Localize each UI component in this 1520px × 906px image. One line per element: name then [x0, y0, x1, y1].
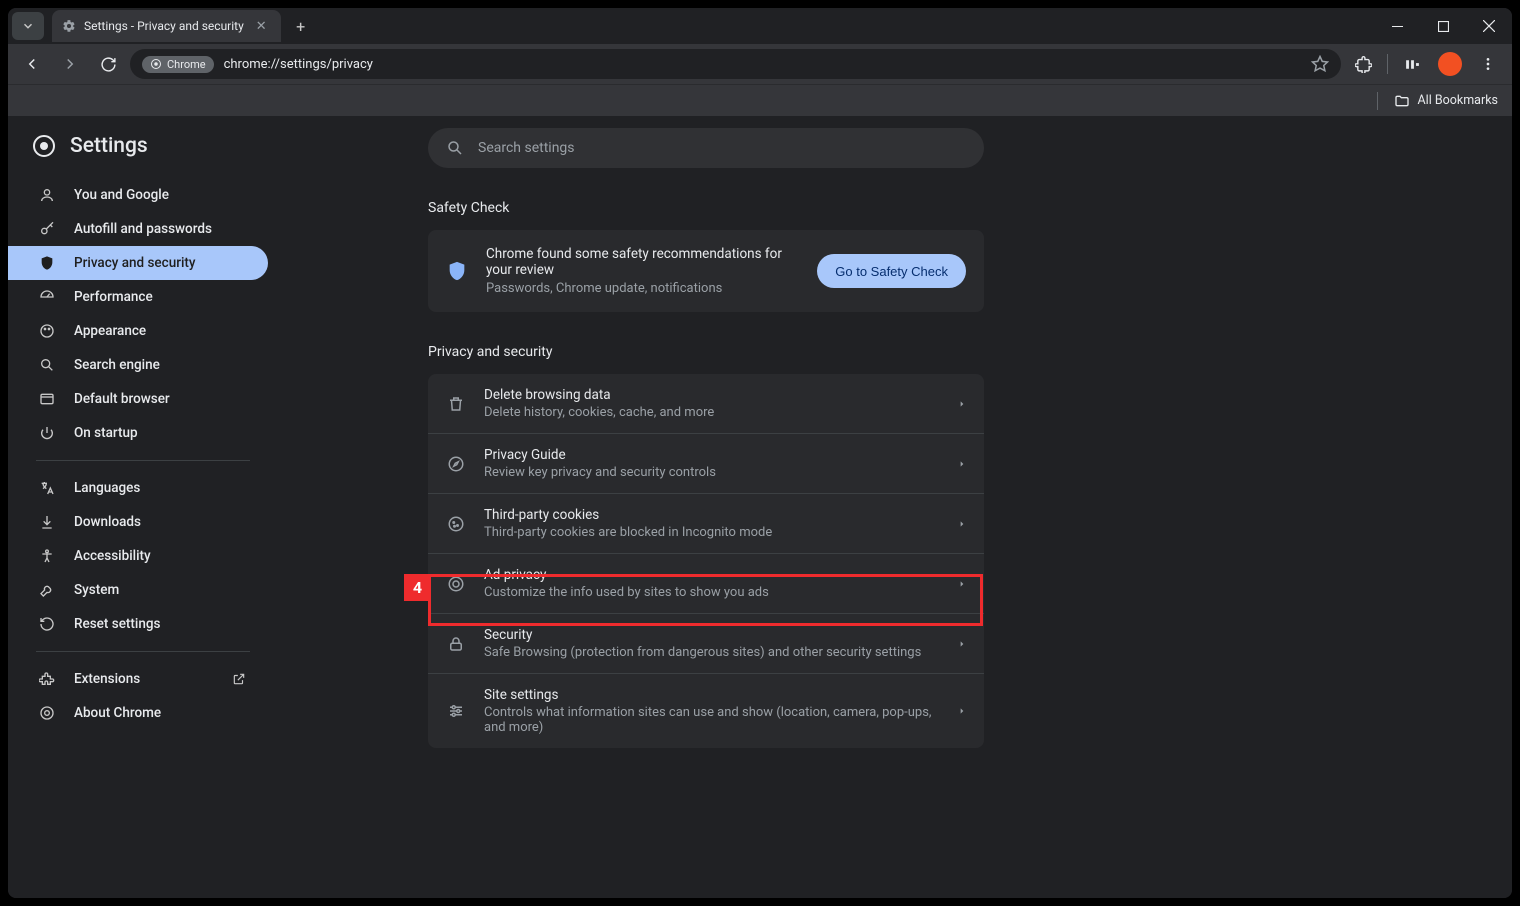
chrome-chip: Chrome — [142, 56, 214, 73]
cookie-icon — [446, 515, 466, 533]
menu-button[interactable] — [1472, 48, 1504, 80]
extension-icon — [38, 671, 56, 687]
sidebar-item-accessibility[interactable]: Accessibility — [8, 539, 268, 573]
privacy-heading: Privacy and security — [428, 344, 1108, 360]
search-settings-input[interactable]: Search settings — [428, 128, 984, 168]
settings-header: Settings — [8, 130, 268, 178]
chevron-right-icon — [958, 578, 966, 590]
sidebar-item-you-and-google[interactable]: You and Google — [8, 178, 268, 212]
browser-icon — [38, 391, 56, 407]
sidebar-item-default-browser[interactable]: Default browser — [8, 382, 268, 416]
sidebar-item-on-startup[interactable]: On startup — [8, 416, 268, 450]
separator — [1377, 92, 1378, 110]
sidebar-item-about[interactable]: About Chrome — [8, 696, 268, 730]
title-bar: Settings - Privacy and security ✕ + — [8, 8, 1512, 44]
media-controls-button[interactable] — [1396, 48, 1428, 80]
safety-check-title: Chrome found some safety recommendations… — [486, 246, 799, 278]
safety-check-subtitle: Passwords, Chrome update, notifications — [486, 281, 799, 296]
settings-title: Settings — [70, 134, 148, 158]
sidebar-item-appearance[interactable]: Appearance — [8, 314, 268, 348]
safety-check-heading: Safety Check — [428, 200, 1108, 216]
all-bookmarks-button[interactable]: All Bookmarks — [1394, 93, 1499, 109]
separator — [1387, 54, 1388, 74]
browser-window: Settings - Privacy and security ✕ + Chro… — [8, 8, 1512, 898]
row-security[interactable]: SecuritySafe Browsing (protection from d… — [428, 613, 984, 673]
separator — [36, 460, 250, 461]
settings-main: Search settings Safety Check Chrome foun… — [268, 116, 1512, 898]
forward-button[interactable] — [54, 48, 86, 80]
power-icon — [38, 425, 56, 441]
folder-icon — [1394, 93, 1410, 109]
safety-check-card: Chrome found some safety recommendations… — [428, 230, 984, 312]
tab-title: Settings - Privacy and security — [84, 19, 244, 33]
translate-icon — [38, 480, 56, 496]
sidebar-item-system[interactable]: System — [8, 573, 268, 607]
url-text: chrome://settings/privacy — [224, 57, 373, 72]
wrench-icon — [38, 582, 56, 598]
external-link-icon — [232, 672, 246, 686]
back-button[interactable] — [16, 48, 48, 80]
separator — [36, 651, 250, 652]
sidebar-item-languages[interactable]: Languages — [8, 471, 268, 505]
row-ad-privacy[interactable]: Ad privacyCustomize the info used by sit… — [428, 553, 984, 613]
lock-icon — [446, 635, 466, 653]
search-icon — [446, 139, 464, 157]
chrome-icon — [38, 705, 56, 721]
sidebar-item-extensions[interactable]: Extensions — [8, 662, 268, 696]
row-site-settings[interactable]: Site settingsControls what information s… — [428, 673, 984, 748]
key-icon — [38, 221, 56, 237]
shield-icon — [38, 255, 56, 271]
sidebar-item-privacy-security[interactable]: Privacy and security — [8, 246, 268, 280]
search-icon — [38, 357, 56, 373]
sidebar-item-autofill[interactable]: Autofill and passwords — [8, 212, 268, 246]
row-third-party-cookies[interactable]: Third-party cookiesThird-party cookies a… — [428, 493, 984, 553]
extensions-button[interactable] — [1347, 48, 1379, 80]
sidebar-item-reset[interactable]: Reset settings — [8, 607, 268, 641]
reset-icon — [38, 616, 56, 632]
sidebar-item-downloads[interactable]: Downloads — [8, 505, 268, 539]
minimize-button[interactable] — [1374, 8, 1420, 44]
tab-search-button[interactable] — [12, 12, 44, 40]
trash-icon — [446, 395, 466, 413]
browser-tab[interactable]: Settings - Privacy and security ✕ — [52, 10, 281, 42]
gear-icon — [62, 19, 76, 33]
chevron-right-icon — [958, 518, 966, 530]
row-delete-browsing-data[interactable]: Delete browsing dataDelete history, cook… — [428, 374, 984, 433]
browser-toolbar: Chrome chrome://settings/privacy — [8, 44, 1512, 84]
shield-check-icon — [446, 260, 468, 282]
profile-avatar[interactable] — [1438, 52, 1462, 76]
palette-icon — [38, 323, 56, 339]
close-tab-button[interactable]: ✕ — [252, 19, 271, 34]
window-controls — [1374, 8, 1512, 44]
sidebar-item-search-engine[interactable]: Search engine — [8, 348, 268, 382]
accessibility-icon — [38, 548, 56, 564]
chevron-right-icon — [958, 398, 966, 410]
settings-content: Settings You and Google Autofill and pas… — [8, 116, 1512, 898]
chevron-right-icon — [958, 458, 966, 470]
new-tab-button[interactable]: + — [287, 12, 315, 40]
reload-button[interactable] — [92, 48, 124, 80]
chevron-right-icon — [958, 705, 966, 717]
go-to-safety-check-button[interactable]: Go to Safety Check — [817, 254, 966, 288]
download-icon — [38, 514, 56, 530]
tune-icon — [446, 702, 466, 720]
compass-icon — [446, 455, 466, 473]
ad-icon — [446, 575, 466, 593]
chevron-right-icon — [958, 638, 966, 650]
bookmarks-bar: All Bookmarks — [8, 84, 1512, 116]
row-privacy-guide[interactable]: Privacy GuideReview key privacy and secu… — [428, 433, 984, 493]
address-bar[interactable]: Chrome chrome://settings/privacy — [130, 49, 1341, 79]
close-window-button[interactable] — [1466, 8, 1512, 44]
person-icon — [38, 187, 56, 203]
chrome-icon — [150, 58, 162, 70]
speedometer-icon — [38, 289, 56, 305]
star-icon[interactable] — [1311, 55, 1329, 73]
maximize-button[interactable] — [1420, 8, 1466, 44]
sidebar-item-performance[interactable]: Performance — [8, 280, 268, 314]
chrome-logo-icon — [32, 134, 56, 158]
annotation-number: 4 — [404, 574, 431, 601]
settings-sidebar: Settings You and Google Autofill and pas… — [8, 116, 268, 898]
privacy-security-list: Delete browsing dataDelete history, cook… — [428, 374, 984, 748]
